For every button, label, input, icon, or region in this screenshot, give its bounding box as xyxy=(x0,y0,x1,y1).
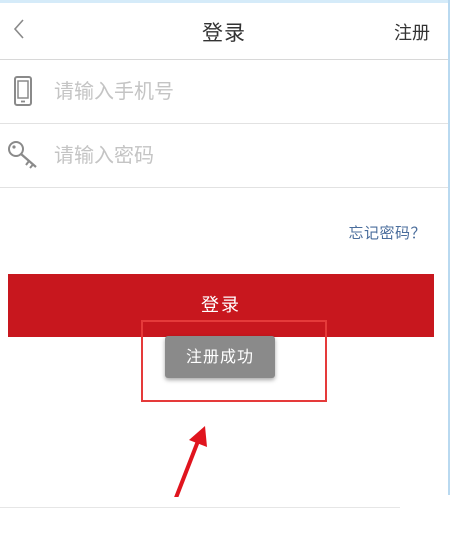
phone-row xyxy=(0,60,448,124)
phone-icon xyxy=(14,76,32,106)
password-row xyxy=(0,124,448,188)
password-input[interactable] xyxy=(54,136,424,174)
key-icon xyxy=(8,141,37,169)
register-button[interactable]: 注册 xyxy=(394,19,430,45)
forgot-password-link[interactable]: 忘记密码？ xyxy=(348,222,426,243)
bottom-divider xyxy=(0,507,400,508)
header-bar: 登录 注册 xyxy=(0,3,448,60)
phone-input[interactable] xyxy=(54,72,424,110)
page-title: 登录 xyxy=(202,21,246,45)
annotation-highlight-box xyxy=(141,320,327,402)
login-screen: 登录 注册 忘记密码？ 登录 注册成功 xyxy=(0,0,450,509)
bottom-blank-area xyxy=(0,497,450,550)
